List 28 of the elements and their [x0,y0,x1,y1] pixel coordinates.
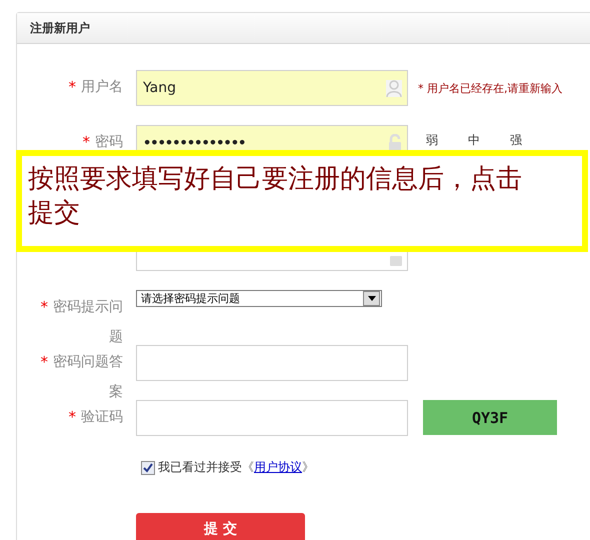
required-mark: * [82,132,90,152]
strength-label: 强 [510,132,522,149]
user-agreement-link[interactable]: 用户协议 [254,459,302,476]
field-label: 密码问题答案 [53,353,123,402]
question-dropdown[interactable]: 请选择密码提示问题 [136,290,382,307]
required-mark: * [68,407,76,427]
agreement-text: 我已看过并接受 [158,459,242,476]
strength-label: 中 [468,132,480,149]
required-mark: * [40,297,48,317]
captcha-image[interactable]: QY3F [423,400,557,435]
error-message: * 用户名已经存在,请重新输入 [418,81,562,96]
agree-checkbox[interactable] [141,460,155,474]
input-field[interactable] [136,345,408,381]
field-label: 密码 [95,133,123,152]
strength-label: 弱 [426,132,438,149]
panel-title: 注册新用户 [17,13,590,44]
user-icon [386,80,402,96]
annotation-tooltip: 按照要求填写好自己要注册的信息后，点击提交 [16,150,588,252]
field-label: 密码提示问题 [53,298,123,347]
field-label: 用户名 [81,78,123,97]
required-mark: * [68,77,76,97]
required-mark: * [40,352,48,372]
submit-button[interactable]: 提 交 [136,513,305,540]
bracket: 《 [242,459,254,476]
input-field[interactable] [136,400,408,436]
input-field[interactable]: Yang [136,70,408,106]
bracket: 》 [302,459,314,476]
field-label: 验证码 [81,408,123,427]
